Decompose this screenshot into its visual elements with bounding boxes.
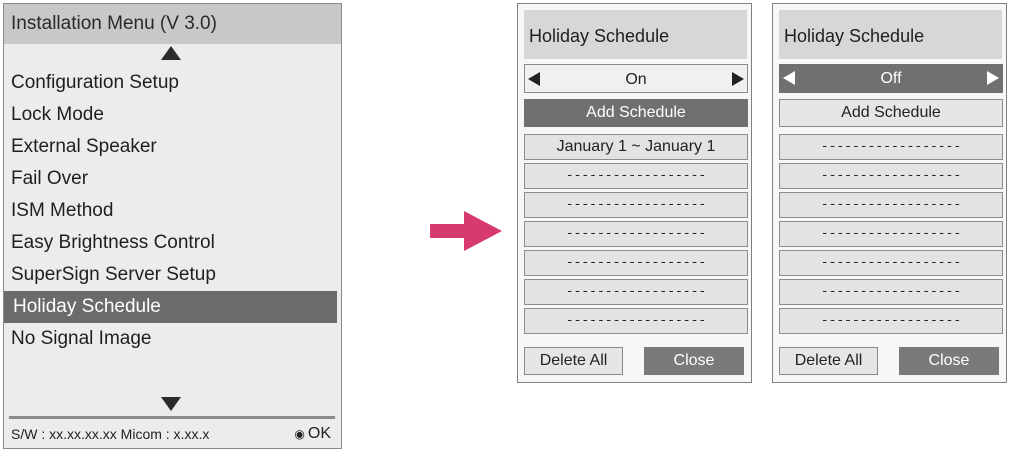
- right-arrow-icon[interactable]: [732, 72, 744, 86]
- close-button[interactable]: Close: [899, 347, 999, 375]
- schedule-row[interactable]: ------------------: [524, 250, 748, 276]
- menu-divider: [9, 416, 335, 419]
- menu-item-external-speaker[interactable]: External Speaker: [4, 131, 341, 163]
- panel-title: Holiday Schedule: [529, 26, 670, 46]
- schedule-row[interactable]: ------------------: [779, 192, 1003, 218]
- menu-item-fail-over[interactable]: Fail Over: [4, 163, 341, 195]
- schedule-row[interactable]: ------------------: [524, 308, 748, 334]
- menu-item-easy-brightness-control[interactable]: Easy Brightness Control: [4, 227, 341, 259]
- close-button[interactable]: Close: [644, 347, 744, 375]
- toggle-value: On: [625, 71, 647, 88]
- menu-item-no-signal-image[interactable]: No Signal Image: [4, 323, 341, 355]
- holiday-schedule-toggle[interactable]: Off: [779, 64, 1003, 93]
- menu-list: Configuration Setup Lock Mode External S…: [4, 67, 341, 355]
- scroll-up-arrow-icon[interactable]: [161, 46, 181, 60]
- schedule-row[interactable]: ------------------: [779, 250, 1003, 276]
- panel-title-bar: Holiday Schedule: [779, 10, 1002, 59]
- schedule-row[interactable]: ------------------: [524, 221, 748, 247]
- add-schedule-button[interactable]: Add Schedule: [524, 99, 748, 127]
- toggle-value: Off: [880, 70, 902, 87]
- right-arrow-icon[interactable]: [987, 71, 999, 85]
- schedule-row[interactable]: ------------------: [779, 134, 1003, 160]
- add-schedule-button[interactable]: Add Schedule: [779, 99, 1003, 127]
- delete-all-button[interactable]: Delete All: [779, 347, 878, 375]
- version-info: S/W : xx.xx.xx.xx Micom : x.xx.x: [11, 426, 210, 442]
- menu-item-supersign-server-setup[interactable]: SuperSign Server Setup: [4, 259, 341, 291]
- ok-label: OK: [307, 425, 331, 442]
- ok-hint: ◉ OK: [294, 425, 331, 443]
- menu-item-configuration-setup[interactable]: Configuration Setup: [4, 67, 341, 99]
- schedule-list: January 1 ~ January 1 ------------------…: [524, 134, 748, 337]
- menu-title-bar: Installation Menu (V 3.0): [4, 4, 341, 44]
- ok-button-icon: ◉: [294, 427, 305, 441]
- menu-title: Installation Menu (V 3.0): [11, 13, 217, 34]
- delete-all-button[interactable]: Delete All: [524, 347, 623, 375]
- menu-item-ism-method[interactable]: ISM Method: [4, 195, 341, 227]
- panel-title-bar: Holiday Schedule: [524, 10, 747, 59]
- installation-menu: Installation Menu (V 3.0) Configuration …: [3, 3, 342, 449]
- holiday-schedule-panel-on: Holiday Schedule On Add Schedule January…: [517, 3, 752, 383]
- schedule-row[interactable]: ------------------: [779, 308, 1003, 334]
- holiday-schedule-panel-off: Holiday Schedule Off Add Schedule ------…: [772, 3, 1007, 383]
- schedule-row[interactable]: ------------------: [524, 279, 748, 305]
- holiday-schedule-toggle[interactable]: On: [524, 64, 748, 93]
- panel-title: Holiday Schedule: [784, 26, 925, 46]
- menu-item-holiday-schedule[interactable]: Holiday Schedule: [4, 291, 337, 323]
- scroll-down-arrow-icon[interactable]: [161, 397, 181, 411]
- schedule-row[interactable]: January 1 ~ January 1: [524, 134, 748, 160]
- right-arrow-icon: [430, 211, 502, 251]
- menu-item-lock-mode[interactable]: Lock Mode: [4, 99, 341, 131]
- schedule-row[interactable]: ------------------: [779, 279, 1003, 305]
- schedule-row[interactable]: ------------------: [524, 192, 748, 218]
- menu-footer: S/W : xx.xx.xx.xx Micom : x.xx.x ◉ OK: [11, 425, 331, 443]
- schedule-row[interactable]: ------------------: [524, 163, 748, 189]
- schedule-row[interactable]: ------------------: [779, 163, 1003, 189]
- schedule-row[interactable]: ------------------: [779, 221, 1003, 247]
- schedule-list: ------------------ ------------------ --…: [779, 134, 1003, 337]
